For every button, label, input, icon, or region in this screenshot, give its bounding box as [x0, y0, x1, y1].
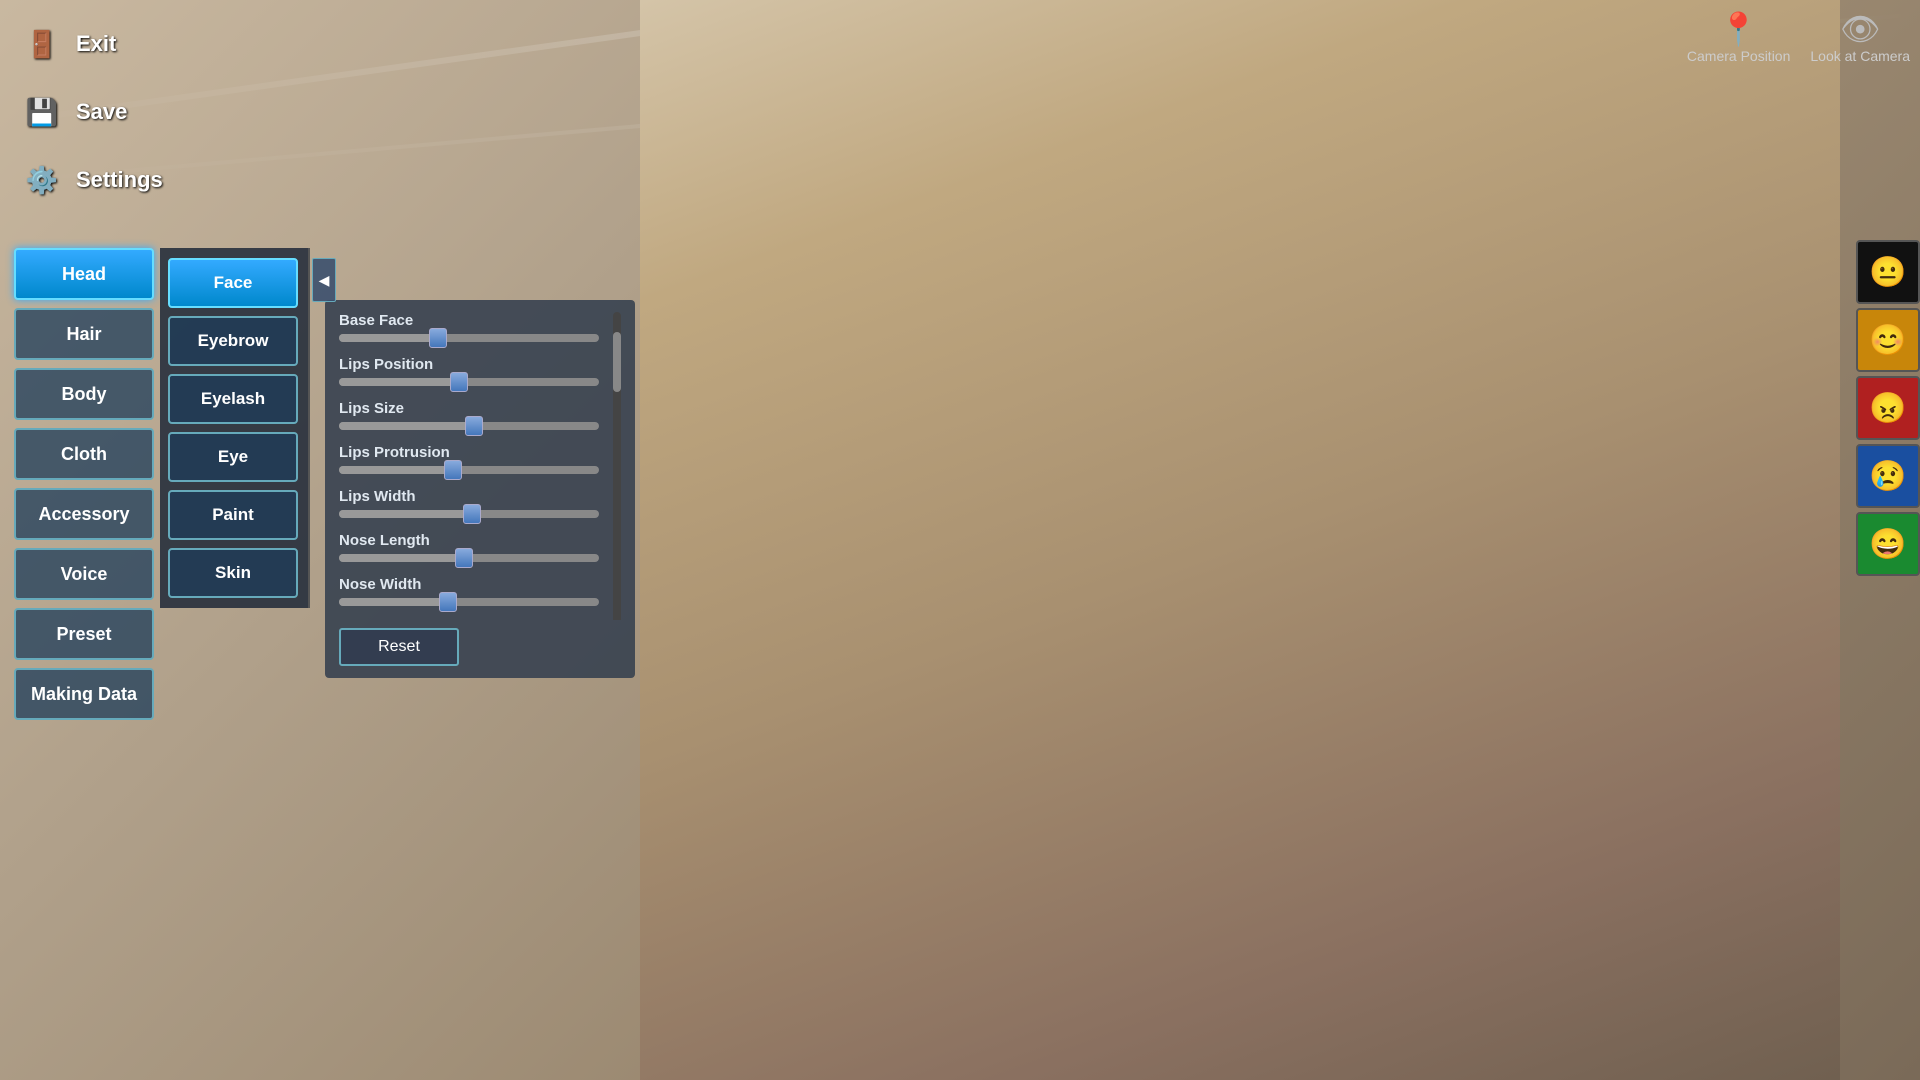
exit-button[interactable]: 🚪 Exit [10, 10, 190, 78]
slider-nose-width-label: Nose Width [339, 576, 621, 593]
look-at-camera-button[interactable]: 👁 Look at Camera [1810, 10, 1910, 64]
emotion-happy-button[interactable]: 😊 [1856, 308, 1920, 372]
emotion-smile-button[interactable]: 😄 [1856, 512, 1920, 576]
look-at-camera-label: Look at Camera [1810, 48, 1910, 64]
character-viewport [640, 0, 1840, 1080]
top-menu: 🚪 Exit 💾 Save ⚙️ Settings [0, 0, 200, 224]
sidebar-item-head[interactable]: Head [14, 248, 154, 300]
slider-lips-width-label: Lips Width [339, 488, 621, 505]
emotion-panel: 😐 😊 😠 😢 😄 [1856, 240, 1920, 576]
sidebar-item-body[interactable]: Body [14, 368, 154, 420]
sub-btn-face[interactable]: Face [168, 258, 298, 308]
slider-nose-length-label: Nose Length [339, 532, 621, 549]
slider-lips-size-label: Lips Size [339, 400, 621, 417]
slider-base-face: Base Face [339, 312, 621, 342]
emotion-neutral-button[interactable]: 😐 [1856, 240, 1920, 304]
slider-lips-protrusion: Lips Protrusion [339, 444, 621, 474]
slider-lips-width-track[interactable] [339, 510, 599, 518]
slider-nose-width-track[interactable] [339, 598, 599, 606]
look-at-camera-icon: 👁 [1840, 10, 1881, 48]
sidebar-item-cloth[interactable]: Cloth [14, 428, 154, 480]
settings-label: Settings [76, 167, 163, 193]
sliders-scroll-area: Base Face Lips Position Lips Size Lips P… [339, 312, 621, 620]
sub-btn-paint[interactable]: Paint [168, 490, 298, 540]
slider-lips-protrusion-track[interactable] [339, 466, 599, 474]
sidebar-item-voice[interactable]: Voice [14, 548, 154, 600]
reset-button[interactable]: Reset [339, 628, 459, 666]
scroll-bar [613, 312, 621, 620]
scroll-thumb[interactable] [613, 332, 621, 392]
camera-position-label: Camera Position [1687, 48, 1791, 64]
collapse-arrow-button[interactable]: ◀ [312, 258, 336, 302]
camera-position-button[interactable]: 📍 Camera Position [1687, 10, 1791, 64]
settings-button[interactable]: ⚙️ Settings [10, 146, 190, 214]
slider-nose-width: Nose Width [339, 576, 621, 606]
slider-nose-length: Nose Length [339, 532, 621, 562]
emotion-sad-button[interactable]: 😢 [1856, 444, 1920, 508]
sub-panel: Face Eyebrow Eyelash Eye Paint Skin [160, 248, 310, 608]
slider-nose-length-track[interactable] [339, 554, 599, 562]
settings-icon: ⚙️ [20, 158, 64, 202]
slider-lips-position: Lips Position [339, 356, 621, 386]
save-icon: 💾 [20, 90, 64, 134]
slider-lips-protrusion-label: Lips Protrusion [339, 444, 621, 461]
sub-btn-eye[interactable]: Eye [168, 432, 298, 482]
slider-lips-position-track[interactable] [339, 378, 599, 386]
top-right-controls: 📍 Camera Position 👁 Look at Camera [1687, 10, 1910, 64]
sub-btn-skin[interactable]: Skin [168, 548, 298, 598]
sidebar-item-hair[interactable]: Hair [14, 308, 154, 360]
slider-base-face-label: Base Face [339, 312, 621, 329]
slider-lips-size: Lips Size [339, 400, 621, 430]
sidebar-item-preset[interactable]: Preset [14, 608, 154, 660]
save-label: Save [76, 99, 127, 125]
slider-base-face-track[interactable] [339, 334, 599, 342]
slider-lips-width: Lips Width [339, 488, 621, 518]
sidebar-item-making-data[interactable]: Making Data [14, 668, 154, 720]
slider-lips-size-track[interactable] [339, 422, 599, 430]
camera-position-icon: 📍 [1719, 10, 1759, 48]
emotion-angry-button[interactable]: 😠 [1856, 376, 1920, 440]
sliders-panel: Base Face Lips Position Lips Size Lips P… [325, 300, 635, 678]
sub-btn-eyebrow[interactable]: Eyebrow [168, 316, 298, 366]
exit-icon: 🚪 [20, 22, 64, 66]
sidebar-item-accessory[interactable]: Accessory [14, 488, 154, 540]
save-button[interactable]: 💾 Save [10, 78, 190, 146]
exit-label: Exit [76, 31, 116, 57]
slider-lips-position-label: Lips Position [339, 356, 621, 373]
sub-btn-eyelash[interactable]: Eyelash [168, 374, 298, 424]
sidebar: Head Hair Body Cloth Accessory Voice Pre… [14, 248, 154, 720]
